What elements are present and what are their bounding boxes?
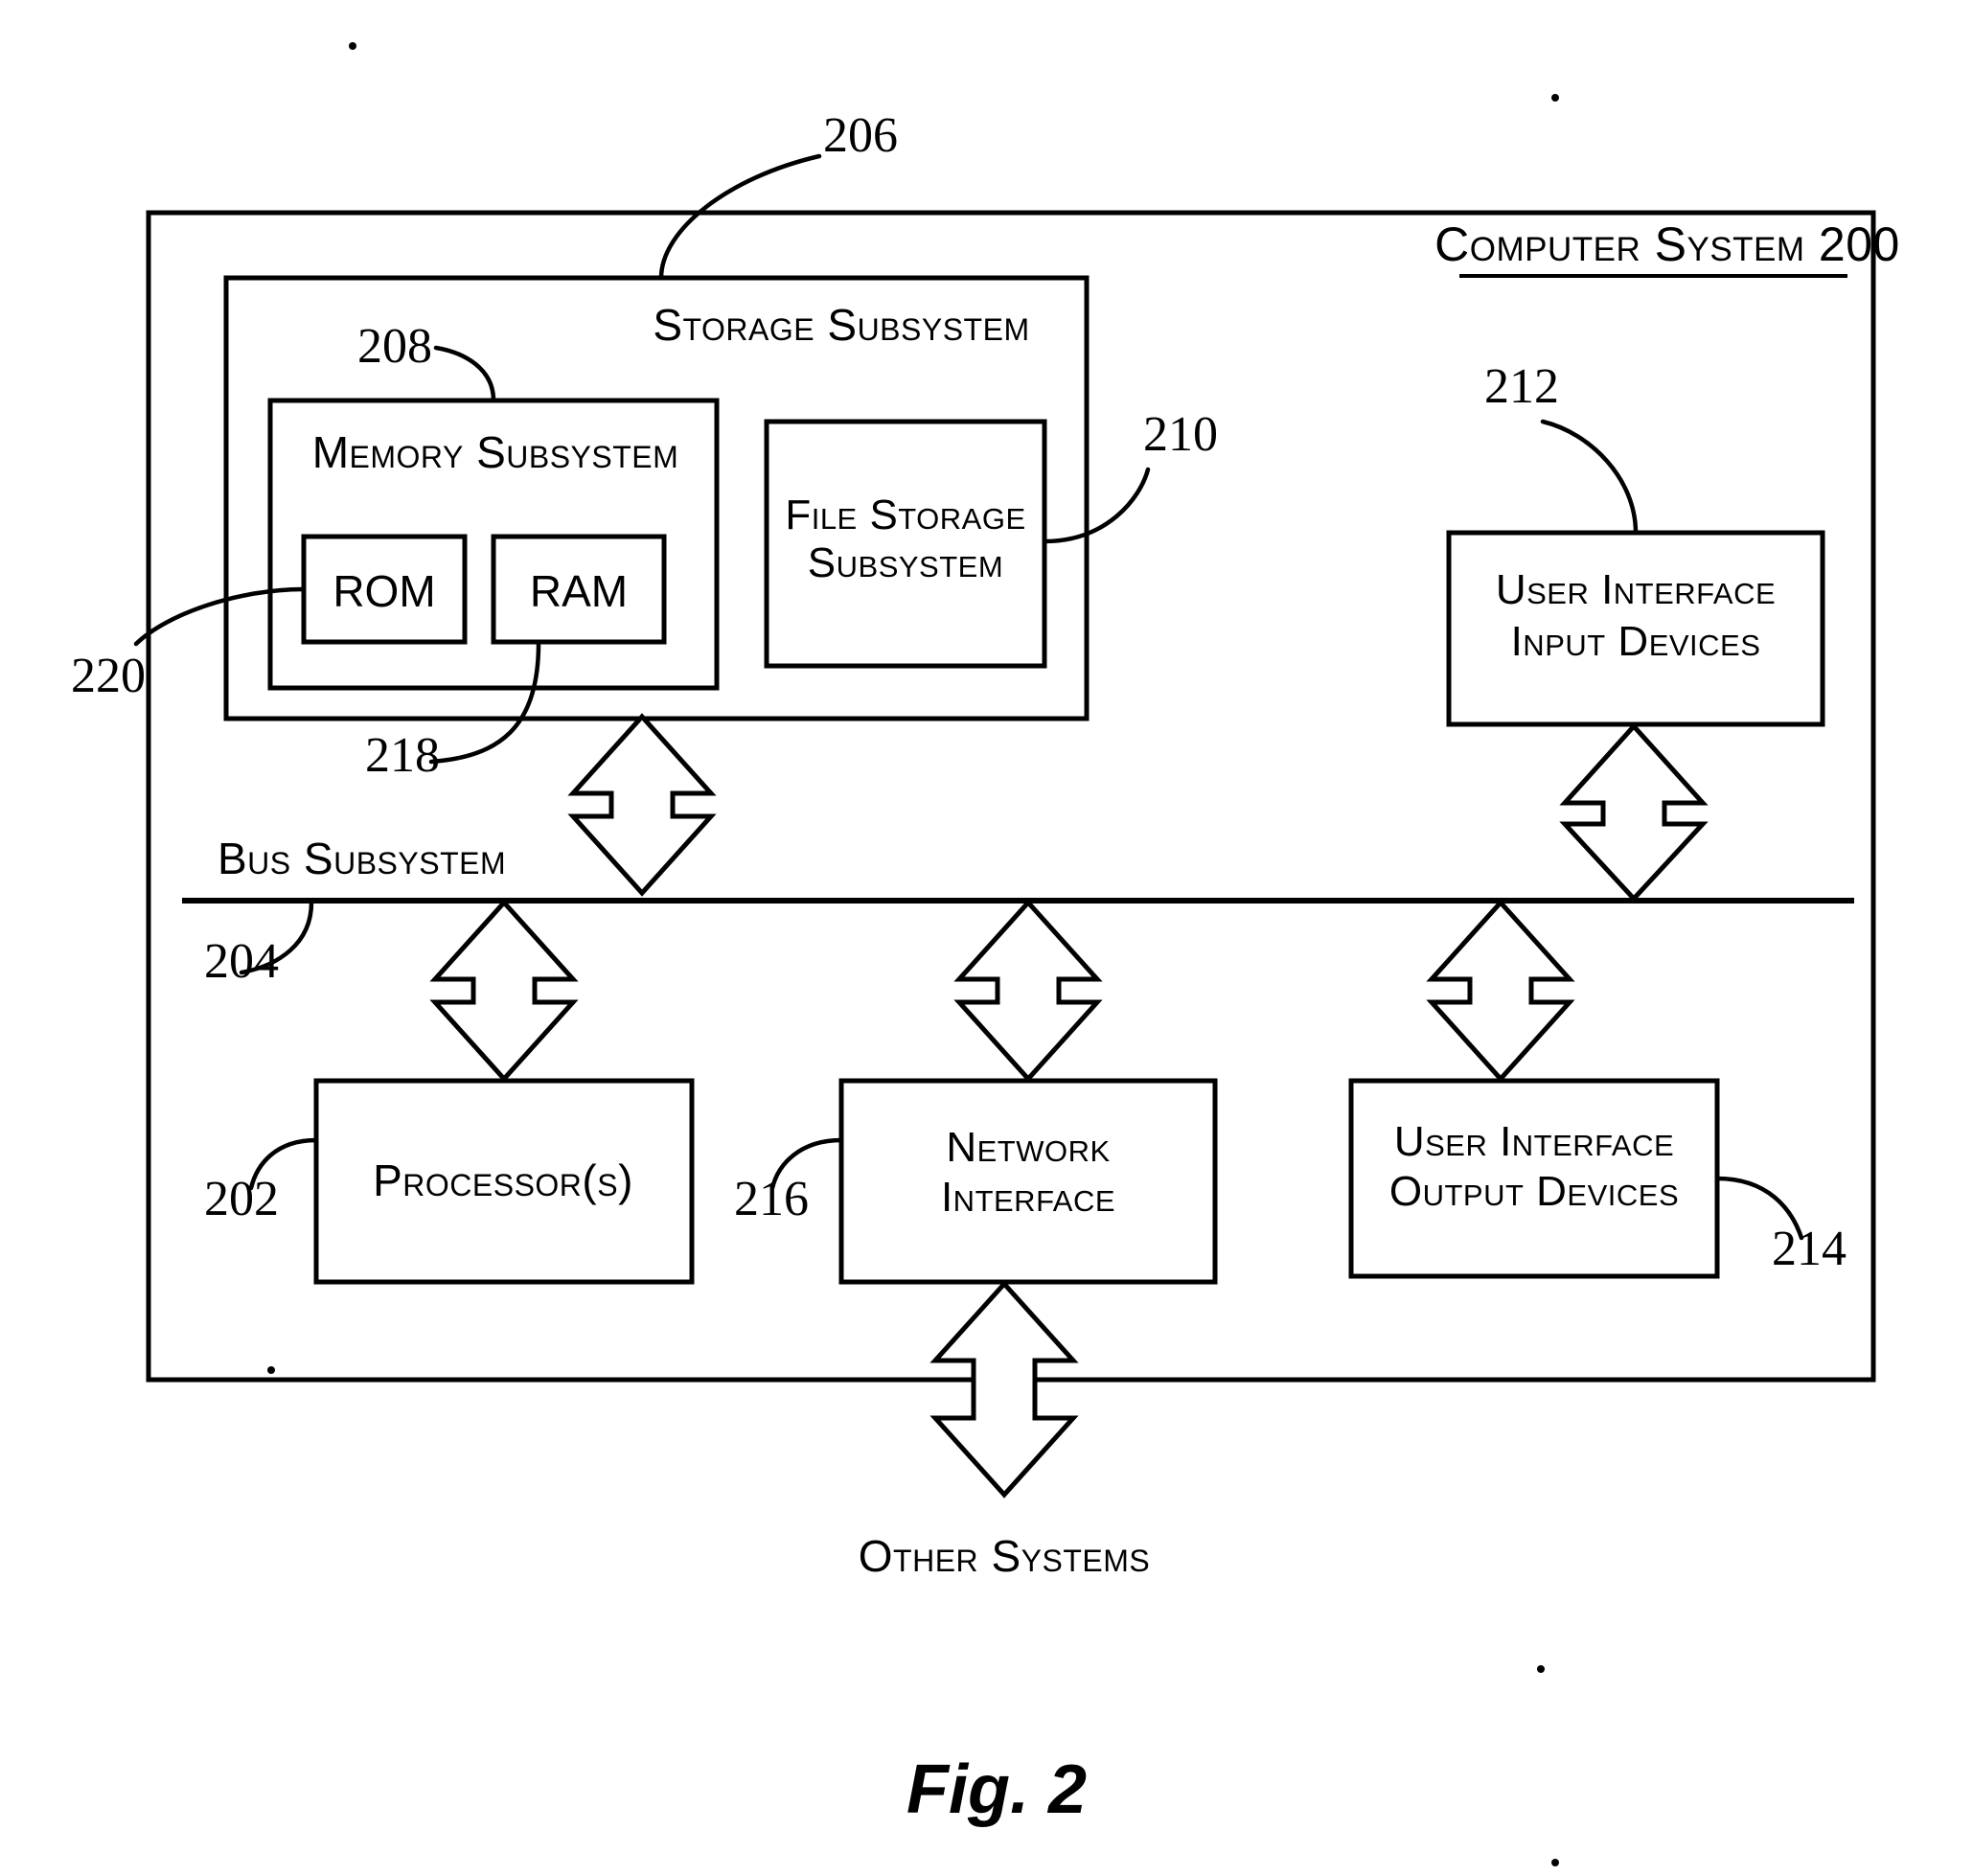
bus-subsystem-label: Bus Subsystem xyxy=(218,834,506,883)
ref-214: 214 xyxy=(1772,1222,1847,1276)
arrow-network-bus xyxy=(953,899,1103,1083)
ui-input-devices-label-line2: Input Devices xyxy=(1511,618,1761,665)
ref-220: 220 xyxy=(71,649,146,703)
arrow-processor-bus xyxy=(429,899,579,1083)
ref-206: 206 xyxy=(823,108,898,163)
ref-210: 210 xyxy=(1143,407,1218,462)
scan-speck xyxy=(1537,1665,1545,1673)
leader-208 xyxy=(433,345,496,403)
leader-220 xyxy=(133,586,307,647)
ref-216: 216 xyxy=(734,1172,809,1226)
ref-202-bus: 204 xyxy=(204,934,279,989)
leader-206 xyxy=(658,153,822,281)
memory-subsystem-label: Memory Subsystem xyxy=(312,427,679,477)
file-storage-subsystem-label-line1: File Storage xyxy=(785,492,1025,538)
storage-subsystem-label: Storage Subsystem xyxy=(653,300,1029,350)
scan-speck xyxy=(1551,1859,1559,1866)
arrow-output-bus xyxy=(1426,899,1575,1083)
ui-input-devices-label-line1: User Interface xyxy=(1496,566,1776,613)
network-interface-label-line2: Interface xyxy=(941,1174,1115,1221)
scan-speck xyxy=(267,1366,275,1374)
other-systems-label: Other Systems xyxy=(859,1531,1150,1581)
rom-label: ROM xyxy=(333,566,435,616)
computer-system-title: Computer System 200 xyxy=(1434,217,1900,271)
leader-218 xyxy=(428,641,541,765)
ui-output-devices-label-line1: User Interface xyxy=(1394,1118,1674,1165)
file-storage-subsystem-label-line2: Subsystem xyxy=(808,539,1003,586)
arrow-input-bus xyxy=(1559,722,1709,903)
ram-label: RAM xyxy=(530,566,628,616)
network-interface-label-line1: Network xyxy=(946,1124,1110,1171)
scan-speck xyxy=(1551,94,1559,102)
arrow-storage-bus xyxy=(567,713,717,897)
scan-speck xyxy=(349,42,356,50)
patent-figure-page: Computer System 200 Storage Subsystem Me… xyxy=(0,0,1973,1876)
computer-system-block-diagram: Computer System 200 Storage Subsystem Me… xyxy=(71,42,1900,1866)
ref-218: 218 xyxy=(365,728,440,783)
ui-output-devices-label-line2: Output Devices xyxy=(1389,1168,1679,1215)
ref-202: 202 xyxy=(204,1172,279,1226)
ref-208: 208 xyxy=(357,319,432,374)
arrow-network-other-systems xyxy=(929,1280,1079,1499)
leader-210 xyxy=(1042,467,1151,544)
figure-caption: Fig. 2 xyxy=(906,1751,1087,1828)
processors-label: Processor(s) xyxy=(373,1155,633,1205)
ref-212: 212 xyxy=(1484,359,1559,414)
leader-212 xyxy=(1540,419,1639,536)
